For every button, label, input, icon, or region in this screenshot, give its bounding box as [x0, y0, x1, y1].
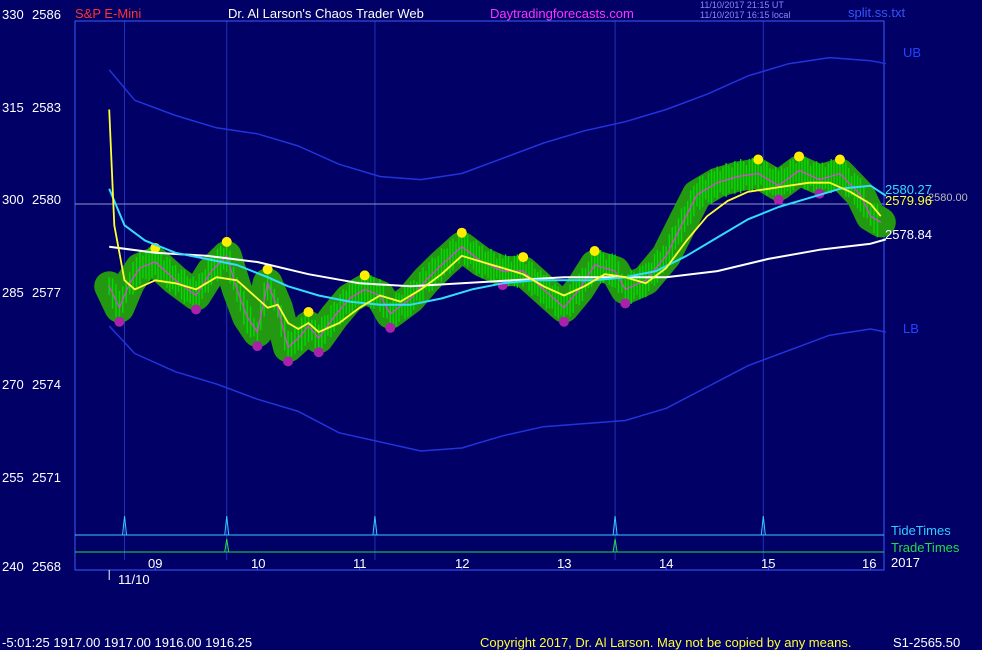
- swing-high-marker: [303, 307, 314, 317]
- chart-window: 330 315 300 285 270 255 240 2586 2583 25…: [0, 0, 982, 650]
- fast-average-readout: 2579.96: [885, 193, 932, 208]
- y-tick-left-3: 285: [2, 285, 24, 300]
- date-label: 11/10: [118, 572, 150, 587]
- swing-high-marker: [589, 246, 600, 256]
- timestamp-local: 11/10/2017 16:15 local: [700, 10, 791, 20]
- reference-price-readout: 2580.00: [928, 192, 968, 204]
- x-tick-15: 15: [761, 556, 776, 571]
- slow-average-readout: 2578.84: [885, 227, 932, 242]
- y-tick-price-4: 2574: [32, 377, 61, 392]
- swing-low-marker: [283, 356, 294, 367]
- file-name: split.ss.txt: [848, 5, 906, 20]
- x-tick-14: 14: [659, 556, 674, 571]
- swing-high-marker: [221, 236, 232, 247]
- x-tick-11: 11: [353, 556, 367, 571]
- y-tick-price-1: 2583: [32, 100, 61, 115]
- swing-high-marker: [753, 154, 764, 165]
- y-tick-left-5: 255: [2, 470, 24, 485]
- upper-band-line: [108, 56, 887, 181]
- y-tick-left-0: 330: [2, 7, 24, 22]
- timestamp-utc: 11/10/2017 21:15 UT: [700, 0, 784, 10]
- x-tick-12: 12: [455, 556, 470, 571]
- swing-low-marker: [252, 341, 263, 352]
- swing-low-marker: [620, 298, 631, 309]
- site-title: Dr. Al Larson's Chaos Trader Web: [228, 6, 424, 21]
- swing-high-marker: [456, 227, 467, 238]
- tide-times-label: TideTimes: [891, 523, 951, 538]
- swing-low-marker: [313, 347, 324, 358]
- y-tick-price-3: 2577: [32, 285, 61, 300]
- x-tick-13: 13: [557, 556, 572, 571]
- swing-low-marker: [559, 316, 569, 327]
- swing-high-marker: [359, 270, 370, 281]
- x-tick-16: 16: [862, 556, 877, 571]
- trade-times-label: TradeTimes: [891, 540, 960, 555]
- x-tick-09: 09: [148, 556, 163, 571]
- y-tick-price-5: 2571: [32, 470, 61, 485]
- cursor-readout: -5:01:25 1917.00 1917.00 1916.00 1916.25: [2, 635, 253, 650]
- y-tick-price-2: 2580: [32, 192, 61, 207]
- year-label: 2017: [891, 555, 920, 570]
- lower-band-line: [108, 325, 887, 452]
- y-tick-left-4: 270: [2, 377, 24, 392]
- swing-high-marker: [834, 154, 845, 165]
- swing-high-marker: [518, 252, 529, 263]
- y-tick-price-0: 2586: [32, 7, 61, 22]
- swing-low-marker: [191, 304, 202, 315]
- series-code: S1-2565.50: [893, 635, 961, 650]
- y-tick-left-2: 300: [2, 192, 24, 207]
- swing-low-marker: [114, 316, 125, 327]
- x-tick-10: 10: [251, 556, 266, 571]
- copyright-notice: Copyright 2017, Dr. Al Larson. May not b…: [480, 635, 852, 650]
- y-tick-price-6: 2568: [32, 559, 61, 574]
- y-tick-left-6: 240: [2, 559, 24, 574]
- y-tick-left-1: 315: [2, 100, 24, 115]
- lower-band-label: LB: [903, 321, 919, 336]
- instrument-title: S&P E-Mini: [75, 6, 142, 21]
- swing-low-marker: [385, 322, 396, 333]
- upper-band-label: UB: [903, 45, 922, 60]
- swing-low-marker: [773, 194, 784, 205]
- price-chart: [74, 20, 896, 580]
- site-url: Daytradingforecasts.com: [490, 6, 634, 21]
- swing-high-marker: [794, 151, 805, 162]
